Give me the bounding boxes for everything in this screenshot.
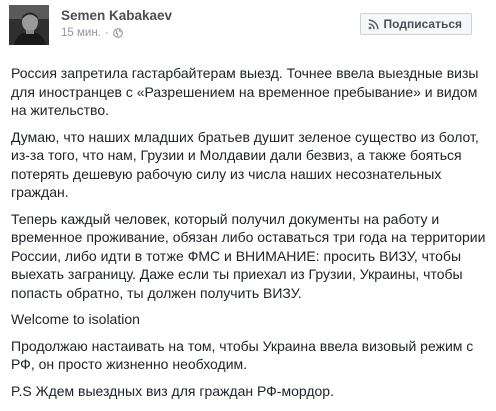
post-header: Semen Kabakaev 15 мин. · Подписаться: [9, 5, 489, 53]
facebook-post: Semen Kabakaev 15 мин. · Подписаться Рос…: [0, 0, 496, 411]
post-paragraph: Теперь каждый человек, который получил д…: [11, 210, 486, 301]
post-paragraph: P.S Ждем выездных виз для граждан РФ-мор…: [11, 382, 334, 399]
meta-separator: ·: [104, 27, 109, 39]
post-paragraph: Россия запретила гастарбайтерам выезд. Т…: [11, 65, 479, 118]
post-body: Россия запретила гастарбайтерам выезд. Т…: [11, 64, 489, 408]
post-meta: 15 мин. ·: [61, 27, 123, 39]
rss-icon: [368, 18, 379, 29]
post-paragraph: Думаю, что наших младших братьев душит з…: [11, 128, 479, 201]
post-paragraph: Продолжаю настаивать на том, чтобы Украи…: [11, 337, 474, 373]
author-name[interactable]: Semen Kabakaev: [61, 8, 172, 23]
avatar-photo-icon: [9, 5, 49, 45]
subscribe-button[interactable]: Подписаться: [359, 13, 472, 35]
post-paragraph: Welcome to isolation: [11, 311, 140, 327]
subscribe-button-label: Подписаться: [383, 17, 462, 31]
post-timestamp[interactable]: 15 мин.: [61, 27, 101, 39]
avatar[interactable]: [9, 5, 49, 45]
globe-icon[interactable]: [112, 28, 123, 38]
